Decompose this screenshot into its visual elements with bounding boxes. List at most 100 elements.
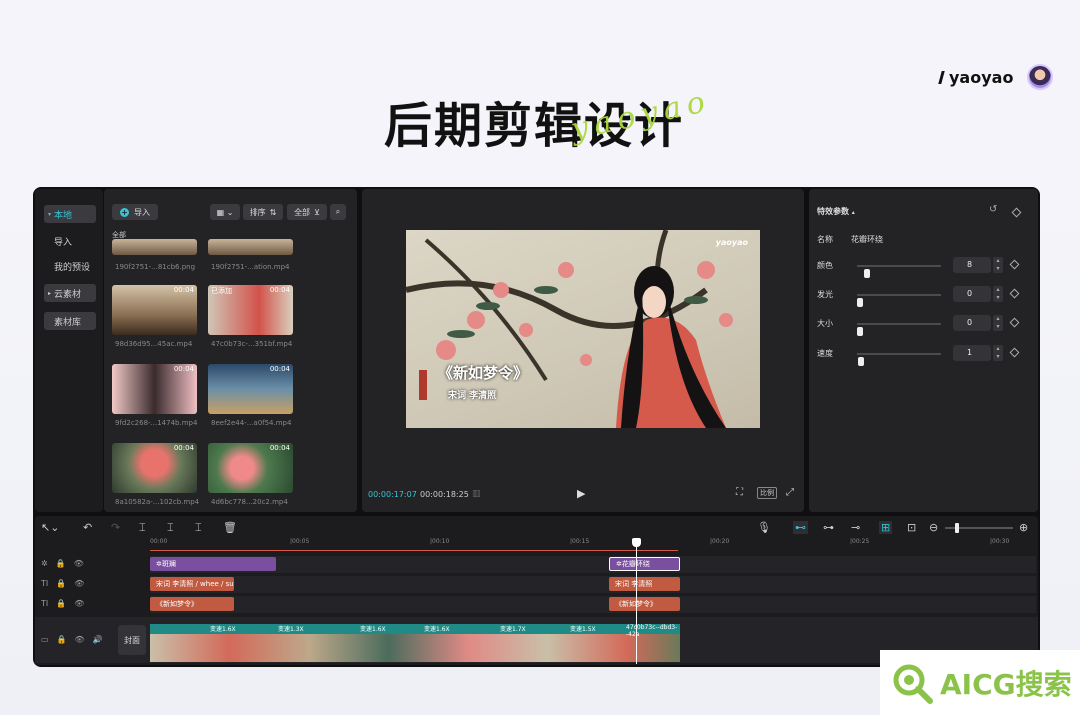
slider-knob[interactable] bbox=[857, 357, 864, 366]
track-effects: ✲ 🔒 👁 ✲ 斑斓 ✲ 花瓣环绕 bbox=[35, 556, 1038, 574]
brand-name: yaoyao bbox=[949, 67, 1014, 87]
sort-label: 排序 bbox=[249, 207, 266, 217]
slider-knob[interactable] bbox=[863, 269, 870, 278]
ratio-button[interactable]: 比例 bbox=[757, 487, 777, 499]
param-color: 颜色 8 ▴ ▾ bbox=[817, 257, 1030, 278]
zoom-slider[interactable] bbox=[945, 523, 1013, 533]
effect-clip[interactable]: ✲ 斑斓 bbox=[150, 557, 276, 571]
lock-icon[interactable]: 🔒 bbox=[57, 635, 67, 644]
redo-icon[interactable]: ↷ bbox=[111, 521, 120, 534]
param-label: 颜色 bbox=[817, 261, 833, 270]
keyframe-icon[interactable] bbox=[1009, 347, 1020, 358]
play-icon[interactable]: ▶ bbox=[577, 487, 585, 500]
preview-icon[interactable]: ⊡ bbox=[907, 521, 916, 534]
nav-item-local[interactable]: ▾ 本地 bbox=[44, 205, 96, 223]
file-name: 190f2751-...ation.mp4 bbox=[211, 263, 290, 271]
media-thumb[interactable]: 00:04 bbox=[112, 285, 197, 335]
text-clip[interactable]: 宋词 李清照 bbox=[609, 577, 680, 591]
param-input[interactable]: 1 bbox=[953, 345, 991, 361]
nav-item-library[interactable]: 素材库 bbox=[44, 312, 96, 330]
eye-icon[interactable]: 👁 bbox=[75, 635, 85, 644]
param-input[interactable]: 8 bbox=[953, 257, 991, 273]
expand-icon[interactable]: ⤢ bbox=[786, 487, 794, 498]
text-clip[interactable]: 《新如梦令》 bbox=[609, 597, 680, 611]
chevron-down-icon: ▾ bbox=[48, 210, 52, 218]
lock-icon[interactable]: 🔒 bbox=[56, 559, 66, 568]
param-slider[interactable] bbox=[857, 323, 941, 336]
cover-button[interactable]: 封面 bbox=[118, 625, 146, 655]
stepper-icon[interactable]: ▴ ▾ bbox=[993, 315, 1003, 331]
effect-icon: ✲ bbox=[41, 559, 48, 568]
ruler-tick: |00:10 bbox=[430, 538, 450, 545]
nav-item-presets[interactable]: 我的预设 bbox=[44, 257, 96, 275]
split-icon[interactable]: ⌶ bbox=[139, 521, 146, 535]
track-lane bbox=[150, 596, 1036, 613]
reset-icon[interactable]: ↺ bbox=[989, 204, 997, 215]
param-slider[interactable] bbox=[857, 353, 941, 366]
speed-label: 变速1.6X bbox=[360, 626, 386, 633]
playhead-handle[interactable] bbox=[632, 538, 641, 547]
effect-clip[interactable]: ✲ 花瓣环绕 bbox=[609, 557, 680, 571]
text-clip[interactable]: 宋词 李清照 / whee / su bbox=[150, 577, 234, 591]
file-name: 8a10582a-...102cb.mp4 bbox=[115, 498, 200, 506]
eye-icon[interactable]: 👁 bbox=[74, 599, 84, 608]
stepper-icon[interactable]: ▴ ▾ bbox=[993, 345, 1003, 361]
undo-icon[interactable]: ↶ bbox=[83, 521, 92, 534]
nav-item-import[interactable]: 导入 bbox=[44, 232, 96, 250]
text-icon: TI bbox=[41, 599, 49, 608]
filter-button[interactable]: 全部 ⊻ bbox=[287, 204, 327, 220]
timeline-ruler[interactable]: 00:00 |00:05 |00:10 |00:15 |00:20 |00:25… bbox=[150, 538, 1034, 550]
text-clip[interactable]: 《新如梦令》 bbox=[150, 597, 234, 611]
media-thumb[interactable]: 00:04 bbox=[208, 443, 293, 493]
playhead[interactable] bbox=[636, 538, 637, 664]
stepper-icon[interactable]: ▴ ▾ bbox=[993, 286, 1003, 302]
keyframe-icon[interactable] bbox=[1009, 317, 1020, 328]
align-icon[interactable]: ⊞ bbox=[879, 521, 893, 534]
search-button[interactable]: ⌕ bbox=[330, 204, 346, 220]
view-toggle[interactable]: ▦ ⌄ bbox=[210, 204, 240, 220]
lock-icon[interactable]: 🔒 bbox=[56, 599, 66, 608]
split-right-icon[interactable]: ⌶ bbox=[195, 521, 202, 535]
eye-icon[interactable]: 👁 bbox=[74, 559, 84, 568]
media-thumb[interactable] bbox=[112, 239, 197, 255]
eye-icon[interactable]: 👁 bbox=[74, 579, 84, 588]
slider-knob[interactable] bbox=[857, 298, 863, 307]
keyframe-icon[interactable] bbox=[1009, 259, 1020, 270]
timecode-grid-icon[interactable]: ▥ bbox=[472, 489, 481, 499]
zoom-knob[interactable] bbox=[955, 523, 959, 533]
lock-icon[interactable]: 🔒 bbox=[56, 579, 66, 588]
select-tool-icon[interactable]: ↖⌄ bbox=[41, 521, 59, 534]
ruler-tick: |00:15 bbox=[570, 538, 590, 545]
param-slider[interactable] bbox=[857, 294, 941, 307]
keyframe-icon[interactable] bbox=[1011, 207, 1022, 218]
poem-subtitle: 宋词 李清照 bbox=[448, 391, 497, 401]
stepper-icon[interactable]: ▴ ▾ bbox=[993, 257, 1003, 273]
param-speed: 速度 1 ▴ ▾ bbox=[817, 345, 1030, 366]
media-thumb[interactable]: 已添加 00:04 bbox=[208, 285, 293, 335]
link-icon[interactable]: ⊶ bbox=[823, 521, 834, 534]
mic-icon[interactable]: 🎙 bbox=[757, 521, 771, 534]
param-input[interactable]: 0 bbox=[953, 315, 991, 331]
slider-knob[interactable] bbox=[857, 327, 863, 336]
param-size: 大小 0 ▴ ▾ bbox=[817, 315, 1030, 336]
fullscreen-frame-icon[interactable]: ⛶ bbox=[736, 487, 743, 498]
magnet-icon[interactable]: ⊷ bbox=[793, 521, 808, 534]
nav-item-cloud[interactable]: ▸ 云素材 bbox=[44, 284, 96, 302]
brand: yaoyao bbox=[938, 64, 1054, 90]
media-thumb[interactable] bbox=[208, 239, 293, 255]
param-slider[interactable] bbox=[857, 265, 941, 278]
media-thumb[interactable]: 00:04 bbox=[112, 364, 197, 414]
param-input[interactable]: 0 bbox=[953, 286, 991, 302]
chain-icon[interactable]: ⊸ bbox=[851, 521, 860, 534]
props-section[interactable]: 特效参数 ▴ bbox=[817, 206, 855, 217]
split-left-icon[interactable]: ⌶ bbox=[167, 521, 174, 535]
media-thumb[interactable]: 00:04 bbox=[112, 443, 197, 493]
keyframe-icon[interactable] bbox=[1009, 288, 1020, 299]
audio-icon[interactable]: 🔊 bbox=[93, 635, 103, 644]
import-button[interactable]: + 导入 bbox=[112, 204, 158, 220]
zoom-in-icon[interactable]: ⊕ bbox=[1019, 521, 1028, 534]
media-thumb[interactable]: 00:04 bbox=[208, 364, 293, 414]
zoom-out-icon[interactable]: ⊖ bbox=[929, 521, 938, 534]
delete-icon[interactable]: 🗑 bbox=[223, 521, 237, 534]
sort-button[interactable]: 排序 ⇅ bbox=[243, 204, 283, 220]
